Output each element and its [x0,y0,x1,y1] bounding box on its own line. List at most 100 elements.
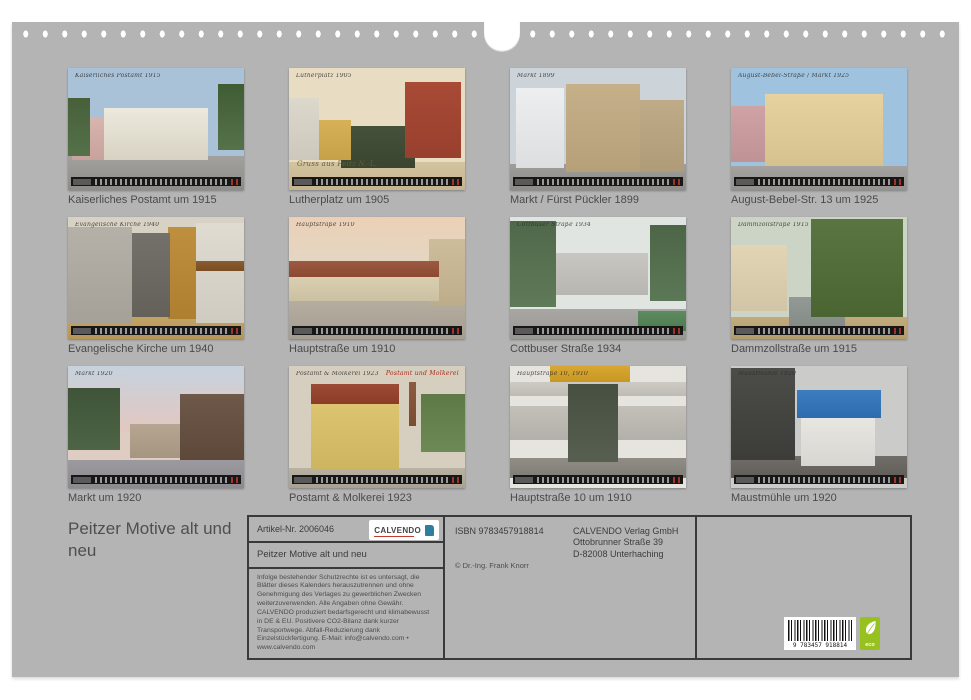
month-thumbnail-1: Kaiserliches Postamt 1915 Kaiserliches P… [68,68,244,206]
month-thumbnails-grid: Kaiserliches Postamt 1915 Kaiserliches P… [68,68,907,504]
month-caption: August-Bebel-Str. 13 um 1925 [731,194,907,206]
date-ticks [95,477,229,483]
calvendo-logo-icon [425,525,434,536]
month-thumbnail-8: Dammzollstraße 1915 Dammzollstraße um 19… [731,217,907,355]
date-ticks [95,179,229,185]
photo-annotation: Markt 1899 [517,73,555,80]
date-strip [292,326,462,335]
month-caption: Markt um 1920 [68,492,244,504]
date-strip [292,475,462,484]
barcode-number: 9 783457 918814 [788,642,852,649]
photo-annotation: Markt 1920 [75,371,113,378]
month-caption: Hauptstraße 10 um 1910 [510,492,686,504]
calendar-title: Peitzer Motive alt und neu [68,518,243,562]
publisher-address: CALVENDO Verlag GmbH Ottobrunner Straße … [573,526,678,560]
leaf-icon [864,620,877,636]
date-ticks [95,328,229,334]
month-photo-lutherplatz: Lutherplatz 1905 Gruss aus Peitz N.-L. [289,68,465,190]
publisher-line-1: CALVENDO Verlag GmbH [573,526,678,537]
month-photo-hauptstrasse-10: Hauptstraße 10, 1910 [510,366,686,488]
date-strip [734,326,904,335]
calvendo-logo: CALVENDO [369,520,439,540]
date-strip [513,177,683,186]
month-thumbnail-11: Hauptstraße 10, 1910 Hauptstraße 10 um 1… [510,366,686,504]
month-thumbnail-4: August-Bebel-Straße / Markt 1925 August-… [731,68,907,206]
month-photo-postamt-molkerei: Postamt & Molkerei 1923 Postamt und Molk… [289,366,465,488]
article-number-row: Artikel-Nr. 2006046 CALVENDO [249,517,443,543]
date-ticks [316,179,450,185]
month-thumbnail-5: Evangelische Kirche 1940 Evangelische Ki… [68,217,244,355]
date-strip [71,475,241,484]
month-thumbnail-10: Postamt & Molkerei 1923 Postamt und Molk… [289,366,465,504]
month-thumbnail-2: Lutherplatz 1905 Gruss aus Peitz N.-L. L… [289,68,465,206]
date-strip [292,177,462,186]
date-ticks [316,328,450,334]
date-ticks [537,179,671,185]
hanger-cutout [484,22,520,52]
month-caption: Markt / Fürst Pückler 1899 [510,194,686,206]
date-ticks [537,477,671,483]
photo-annotation: Maustmühle 1920 [738,371,796,378]
photo-annotation: Hauptstraße 1910 [296,222,355,229]
barcode-area: 9 783457 918814 eco [784,617,880,650]
info-column-article: Artikel-Nr. 2006046 CALVENDO Peitzer Mot… [249,517,445,658]
date-strip [513,326,683,335]
month-thumbnail-12: Maustmühle 1920 Maustmühle um 1920 [731,366,907,504]
date-ticks [537,328,671,334]
date-strip [71,177,241,186]
eco-badge: eco [860,617,880,650]
photo-annotation: Postamt & Molkerei 1923 [296,371,379,378]
month-caption: Kaiserliches Postamt um 1915 [68,194,244,206]
publisher-line-2: Ottobrunner Straße 39 [573,537,678,548]
date-strip [513,475,683,484]
copyright-author: © Dr.-Ing. Frank Knorr [455,561,529,570]
product-info-box: Artikel-Nr. 2006046 CALVENDO Peitzer Mot… [247,515,912,660]
month-photo-postamt: Kaiserliches Postamt 1915 [68,68,244,190]
month-caption: Hauptstraße um 1910 [289,343,465,355]
month-thumbnail-3: Markt 1899 Markt / Fürst Pückler 1899 [510,68,686,206]
month-caption: Maustmühle um 1920 [731,492,907,504]
date-strip [71,326,241,335]
month-photo-august-bebel-str: August-Bebel-Straße / Markt 1925 [731,68,907,190]
date-ticks [316,477,450,483]
date-ticks [758,328,892,334]
date-strip [734,475,904,484]
date-strip [734,177,904,186]
date-ticks [758,179,892,185]
article-number: Artikel-Nr. 2006046 [257,524,334,534]
photo-annotation: Lutherplatz 1905 [296,73,352,80]
month-caption: Postamt & Molkerei 1923 [289,492,465,504]
month-photo-cottbuser-strasse: Cottbuser Straße 1934 [510,217,686,339]
isbn-publisher-row: ISBN 9783457918814 CALVENDO Verlag GmbH … [455,526,685,560]
month-photo-maustmuehle: Maustmühle 1920 [731,366,907,488]
month-caption: Cottbuser Straße 1934 [510,343,686,355]
isbn-number: ISBN 9783457918814 [455,526,573,560]
month-thumbnail-9: Markt 1920 Markt um 1920 [68,366,244,504]
info-column-publisher: ISBN 9783457918814 CALVENDO Verlag GmbH … [445,517,697,658]
photo-annotation: Dammzollstraße 1915 [738,222,809,229]
legal-notice: Infolge bestehender Schutzrechte ist es … [249,569,443,658]
product-title: Peitzer Motive alt und neu [257,549,367,560]
photo-annotation: Kaiserliches Postamt 1915 [75,73,161,80]
photo-annotation: Cottbuser Straße 1934 [517,222,591,229]
postcard-greeting-text: Gruss aus Peitz N.-L. [297,161,377,168]
barcode-bars [788,620,852,641]
photo-annotation: Evangelische Kirche 1940 [75,222,159,229]
month-photo-markt-pueckler: Markt 1899 [510,68,686,190]
eco-label: eco [865,643,874,649]
month-thumbnail-7: Cottbuser Straße 1934 Cottbuser Straße 1… [510,217,686,355]
month-caption: Dammzollstraße um 1915 [731,343,907,355]
month-caption: Lutherplatz um 1905 [289,194,465,206]
calendar-back-card: Kaiserliches Postamt 1915 Kaiserliches P… [12,22,959,677]
month-caption: Evangelische Kirche um 1940 [68,343,244,355]
product-title-row: Peitzer Motive alt und neu [249,543,443,569]
month-photo-hauptstrasse: Hauptstraße 1910 [289,217,465,339]
ean-barcode: 9 783457 918814 [784,617,856,650]
postcard-title-text: Postamt und Molkerei [386,371,459,377]
date-ticks [758,477,892,483]
month-photo-kirche: Evangelische Kirche 1940 [68,217,244,339]
month-photo-markt: Markt 1920 [68,366,244,488]
publisher-line-3: D-82008 Unterhaching [573,549,678,560]
info-column-barcode: 9 783457 918814 eco [697,517,910,658]
calvendo-logo-text: CALVENDO [374,526,421,535]
